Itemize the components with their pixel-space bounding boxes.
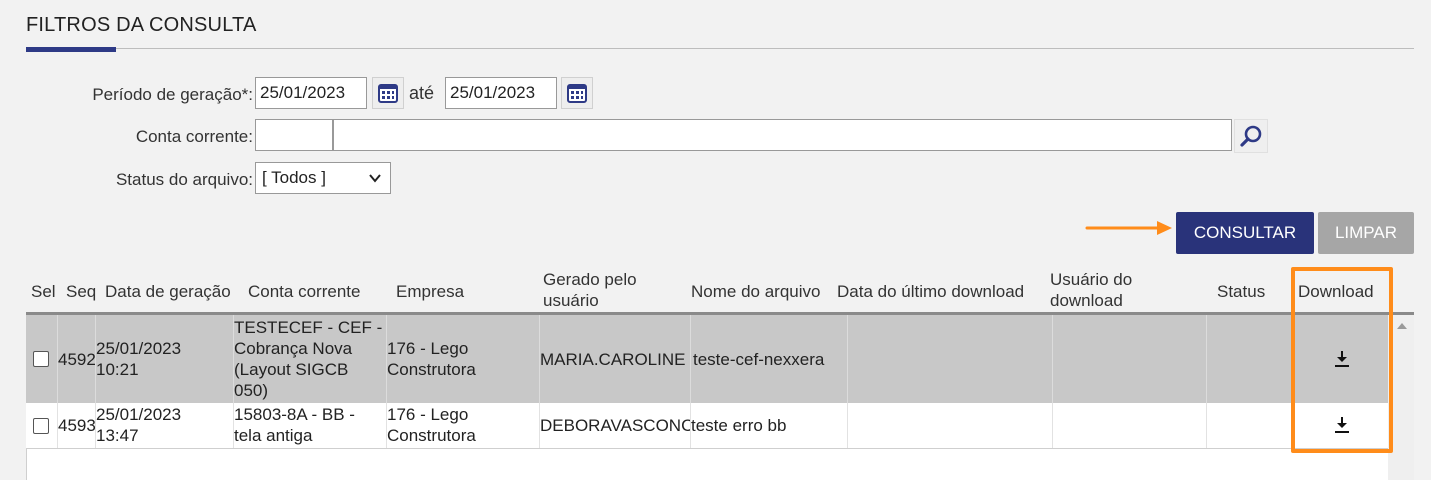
conta-code-input[interactable]	[255, 119, 333, 151]
cell-nome: teste erro bb	[691, 403, 848, 448]
cell-sel	[26, 315, 58, 403]
cell-status	[1207, 403, 1293, 448]
col-header-usuario: Usuário do download	[1050, 269, 1132, 311]
conta-line: 050)	[234, 381, 269, 400]
conta-line: 15803-8A - BB -	[234, 405, 355, 424]
col-header-status: Status	[1217, 282, 1266, 301]
section-title: FILTROS DA CONSULTA	[26, 14, 257, 36]
date-to-input[interactable]: 25/01/2023	[445, 77, 557, 109]
cell-gerado: DEBORAVASCONC	[540, 403, 691, 448]
cell-gerado: MARIA.CAROLINE	[540, 315, 691, 403]
time-text: 13:47	[96, 426, 139, 445]
scroll-up-icon[interactable]	[1396, 322, 1408, 330]
empresa-line: Construtora	[387, 426, 476, 445]
conta-line: tela antiga	[234, 426, 313, 445]
cell-empresa: 176 - Lego Construtora	[387, 315, 540, 403]
col-header-empresa: Empresa	[396, 282, 465, 301]
col-header-data-geracao: Data de geração	[105, 282, 231, 301]
cell-conta: 15803-8A - BB - tela antiga	[234, 403, 387, 448]
col-header-nome: Nome do arquivo	[691, 282, 821, 301]
calendar-from-button[interactable]	[372, 77, 404, 109]
col-header-conta: Conta corrente	[248, 282, 361, 301]
download-column-highlight	[1291, 267, 1393, 453]
title-divider	[26, 48, 1414, 49]
cell-nome: teste-cef-nexxera	[691, 315, 848, 403]
conta-search-button[interactable]	[1234, 119, 1268, 153]
empresa-line: 176 - Lego	[387, 405, 469, 424]
cell-ultimo-download	[848, 315, 1053, 403]
conta-line: (Layout SIGCB	[234, 360, 349, 379]
cell-usuario	[1053, 403, 1207, 448]
cell-ultimo-download	[848, 403, 1053, 448]
arrow-annotation-icon	[1085, 221, 1172, 235]
col-header-gerado-line2: usuário	[543, 291, 599, 310]
time-text: 10:21	[96, 360, 139, 379]
cell-sel	[26, 403, 58, 448]
calendar-to-button[interactable]	[561, 77, 593, 109]
row-checkbox[interactable]	[33, 351, 49, 367]
calendar-icon	[567, 84, 587, 103]
periodo-label: Período de geração*:	[92, 85, 253, 104]
status-select-value: [ Todos ]	[262, 168, 326, 187]
col-header-usuario-line1: Usuário do	[1050, 270, 1133, 289]
cell-usuario	[1053, 315, 1207, 403]
limpar-button[interactable]: LIMPAR	[1318, 212, 1414, 254]
status-select[interactable]: [ Todos ]	[255, 162, 391, 194]
consultar-button[interactable]: CONSULTAR	[1176, 212, 1314, 254]
ate-label: até	[409, 83, 435, 103]
search-icon	[1240, 125, 1262, 147]
cell-data-geracao: 25/01/2023 10:21	[96, 315, 234, 403]
conta-line: Cobrança Nova	[234, 339, 353, 358]
col-header-sel: Sel	[31, 282, 56, 301]
calendar-icon	[378, 84, 398, 103]
cell-empresa: 176 - Lego Construtora	[387, 403, 540, 448]
table-row[interactable]: 4592 25/01/2023 10:21 TESTECEF - CEF - C…	[26, 315, 1388, 403]
empresa-line: Construtora	[387, 360, 476, 379]
col-header-gerado-line1: Gerado pelo	[543, 270, 637, 289]
cell-conta: TESTECEF - CEF - Cobrança Nova (Layout S…	[234, 315, 387, 403]
col-header-ultimo-download: Data do último download	[837, 282, 1025, 301]
date-text: 25/01/2023	[96, 405, 182, 424]
cell-status	[1207, 315, 1293, 403]
conta-name-input[interactable]	[333, 119, 1232, 151]
table-row[interactable]: 4593 25/01/2023 13:47 15803-8A - BB - te…	[26, 403, 1388, 449]
title-accent-bar	[26, 47, 116, 52]
cell-seq: 4593	[58, 403, 96, 448]
date-text: 25/01/2023	[96, 339, 182, 358]
chevron-down-icon	[369, 174, 381, 183]
conta-line: TESTECEF - CEF -	[234, 318, 383, 337]
conta-label: Conta corrente:	[135, 127, 253, 146]
row-checkbox[interactable]	[33, 417, 49, 434]
status-label: Status do arquivo:	[115, 170, 253, 189]
cell-seq: 4592	[58, 315, 96, 403]
empresa-line: 176 - Lego	[387, 339, 469, 358]
col-header-usuario-line2: download	[1050, 291, 1123, 310]
col-header-seq: Seq	[66, 282, 97, 301]
cell-data-geracao: 25/01/2023 13:47	[96, 403, 234, 448]
date-from-input[interactable]: 25/01/2023	[255, 77, 367, 109]
col-header-gerado: Gerado pelo usuário	[543, 269, 637, 311]
